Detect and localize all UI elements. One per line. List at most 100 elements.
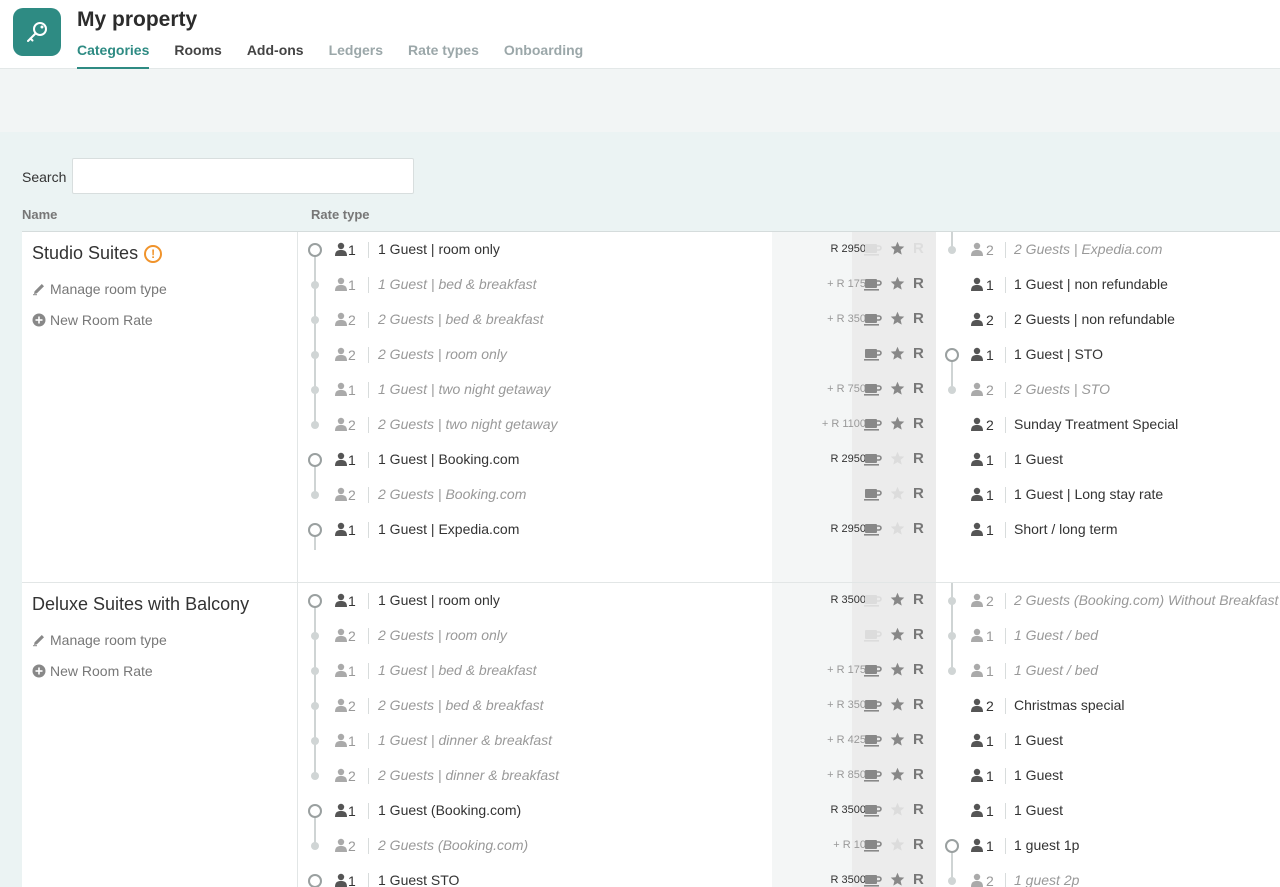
person-icon (970, 347, 984, 361)
refundable-icon[interactable]: R (913, 346, 924, 361)
refundable-icon[interactable]: R (913, 872, 924, 887)
refundable-icon[interactable]: R (913, 241, 924, 256)
breakfast-icon[interactable] (864, 242, 882, 256)
star-icon[interactable] (890, 521, 905, 536)
rate-name: Short / long term (1014, 521, 1118, 537)
search-input[interactable] (72, 158, 414, 194)
rate-row[interactable]: 2 2 Guests | Expedia.com (936, 232, 1280, 267)
breakfast-icon[interactable] (864, 593, 882, 607)
star-icon[interactable] (890, 627, 905, 642)
breakfast-icon[interactable] (864, 698, 882, 712)
warning-icon[interactable]: ! (144, 244, 163, 263)
refundable-icon[interactable]: R (913, 276, 924, 291)
rate-row[interactable]: 1 1 Guest / bed (936, 653, 1280, 688)
star-icon[interactable] (890, 697, 905, 712)
refundable-icon[interactable]: R (913, 451, 924, 466)
breakfast-icon[interactable] (864, 768, 882, 782)
breakfast-icon[interactable] (864, 733, 882, 747)
person-icon (970, 382, 984, 396)
tab-rate-types[interactable]: Rate types (408, 42, 479, 69)
star-icon[interactable] (890, 732, 905, 747)
refundable-icon[interactable]: R (913, 662, 924, 677)
star-icon[interactable] (890, 241, 905, 256)
star-icon[interactable] (890, 592, 905, 607)
rate-row[interactable]: 1 1 guest 1p (936, 828, 1280, 863)
refundable-icon[interactable]: R (913, 767, 924, 782)
refundable-icon[interactable]: R (913, 592, 924, 607)
refundable-icon[interactable]: R (913, 486, 924, 501)
manage-room-type-link[interactable]: Manage room type (32, 632, 167, 648)
tab-ledgers[interactable]: Ledgers (329, 42, 383, 69)
rate-flags: R (864, 627, 924, 642)
rate-row[interactable]: 1 1 Guest (936, 758, 1280, 793)
rate-price: + R 175 (827, 664, 866, 676)
rate-name: 2 Guests | dinner & breakfast (378, 767, 560, 783)
star-icon[interactable] (890, 451, 905, 466)
divider (368, 347, 369, 363)
rate-row[interactable]: 2 Sunday Treatment Special (936, 407, 1280, 442)
star-icon[interactable] (890, 276, 905, 291)
divider (368, 382, 369, 398)
breakfast-icon[interactable] (864, 452, 882, 466)
refundable-icon[interactable]: R (913, 837, 924, 852)
star-icon[interactable] (890, 346, 905, 361)
rate-row[interactable]: 2 2 Guests | STO (936, 372, 1280, 407)
refundable-icon[interactable]: R (913, 802, 924, 817)
refundable-icon[interactable]: R (913, 311, 924, 326)
rate-name: 2 Guests | room only (378, 627, 507, 643)
rate-flags: R (864, 311, 924, 326)
breakfast-icon[interactable] (864, 803, 882, 817)
rate-row[interactable]: 2 1 guest 2p (936, 863, 1280, 887)
rate-row[interactable]: 2 Christmas special (936, 688, 1280, 723)
divider (368, 733, 369, 749)
rate-row[interactable]: 1 1 Guest (936, 793, 1280, 828)
refundable-icon[interactable]: R (913, 627, 924, 642)
breakfast-icon[interactable] (864, 382, 882, 396)
tab-categories[interactable]: Categories (77, 42, 150, 69)
breakfast-icon[interactable] (864, 873, 882, 887)
breakfast-icon[interactable] (864, 838, 882, 852)
occupancy-count: 2 (348, 312, 356, 328)
rate-row[interactable]: 1 1 Guest (936, 442, 1280, 477)
star-icon[interactable] (890, 486, 905, 501)
star-icon[interactable] (890, 311, 905, 326)
star-icon[interactable] (890, 767, 905, 782)
refundable-icon[interactable]: R (913, 521, 924, 536)
rate-row[interactable]: 2 2 Guests (Booking.com) Without Breakfas… (936, 583, 1280, 618)
rate-row[interactable]: 1 1 Guest | Long stay rate (936, 477, 1280, 512)
rate-row[interactable]: 2 2 Guests | non refundable (936, 302, 1280, 337)
rate-row[interactable]: 1 1 Guest / bed (936, 618, 1280, 653)
breakfast-icon[interactable] (864, 347, 882, 361)
rate-row[interactable]: 1 1 Guest | non refundable (936, 267, 1280, 302)
star-icon[interactable] (890, 872, 905, 887)
tab-onboarding[interactable]: Onboarding (504, 42, 583, 69)
breakfast-icon[interactable] (864, 417, 882, 431)
rate-row[interactable]: 1 1 Guest | STO (936, 337, 1280, 372)
new-room-rate-link[interactable]: New Room Rate (32, 312, 153, 328)
breakfast-icon[interactable] (864, 312, 882, 326)
refundable-icon[interactable]: R (913, 416, 924, 431)
star-icon[interactable] (890, 381, 905, 396)
breakfast-icon[interactable] (864, 277, 882, 291)
person-icon (334, 452, 348, 466)
refundable-icon[interactable]: R (913, 381, 924, 396)
new-room-rate-link[interactable]: New Room Rate (32, 663, 153, 679)
banner-area (0, 69, 1280, 132)
star-icon[interactable] (890, 802, 905, 817)
breakfast-icon[interactable] (864, 487, 882, 501)
key-icon[interactable] (13, 8, 61, 56)
rate-row[interactable]: 1 1 Guest (936, 723, 1280, 758)
rate-row[interactable]: 1 Short / long term (936, 512, 1280, 547)
derived-rate-dot (948, 386, 956, 394)
tab-add-ons[interactable]: Add-ons (247, 42, 304, 69)
breakfast-icon[interactable] (864, 522, 882, 536)
star-icon[interactable] (890, 416, 905, 431)
manage-room-type-link[interactable]: Manage room type (32, 281, 167, 297)
refundable-icon[interactable]: R (913, 697, 924, 712)
tab-rooms[interactable]: Rooms (174, 42, 221, 69)
star-icon[interactable] (890, 662, 905, 677)
refundable-icon[interactable]: R (913, 732, 924, 747)
breakfast-icon[interactable] (864, 663, 882, 677)
breakfast-icon[interactable] (864, 628, 882, 642)
star-icon[interactable] (890, 837, 905, 852)
